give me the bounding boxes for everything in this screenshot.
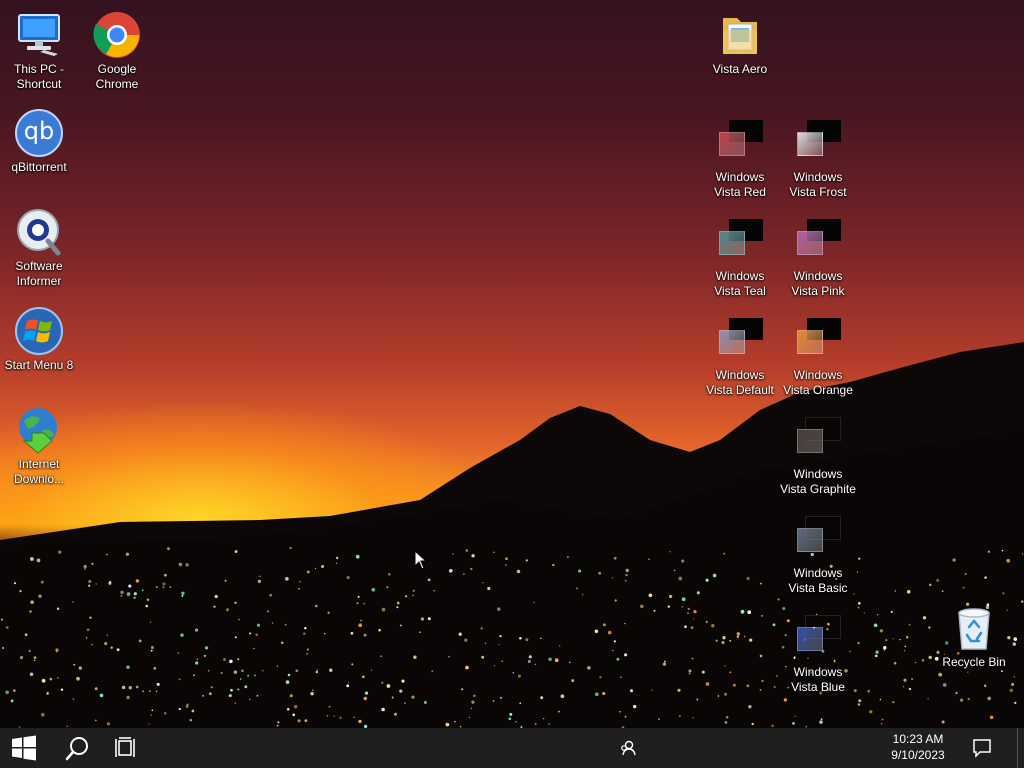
windows-vista-default-theme[interactable]: Windows Vista Default (702, 312, 778, 398)
theme-file-icon (715, 118, 765, 168)
start-button[interactable] (0, 728, 48, 768)
windows-vista-red-theme[interactable]: Windows Vista Red (702, 114, 778, 200)
vista-graphite-label: Windows Vista Graphite (780, 467, 856, 496)
windows-vista-basic-theme[interactable]: Windows Vista Basic (780, 510, 856, 596)
windows-logo-icon (12, 735, 36, 761)
clock-time: 10:23 AM (892, 732, 944, 746)
theme-file-icon (793, 316, 843, 366)
clock-date: 9/10/2023 (891, 748, 945, 762)
folder-icon (715, 10, 765, 60)
taskbar: 10:23 AM 9/10/2023 (0, 728, 1024, 768)
this-pc-shortcut-icon[interactable]: This PC - Shortcut (1, 6, 77, 92)
globe-download-icon (14, 405, 64, 455)
start-menu-8-desktop-icon[interactable]: Start Menu 8 (1, 302, 77, 373)
theme-file-icon (793, 118, 843, 168)
theme-file-icon (715, 217, 765, 267)
windows-vista-frost-theme[interactable]: Windows Vista Frost (780, 114, 856, 200)
qbittorrent-icon: qb (14, 108, 64, 158)
vista-frost-label: Windows Vista Frost (789, 170, 847, 199)
desktop[interactable]: This PC - Shortcut Google Chrome qb qBit… (0, 0, 1024, 728)
windows-orb-icon (14, 306, 64, 356)
windows-vista-blue-theme[interactable]: Windows Vista Blue (780, 609, 856, 695)
wallpaper (0, 342, 1024, 728)
recycle-bin-desktop-icon[interactable]: Recycle Bin (936, 599, 1012, 670)
theme-file-icon (793, 217, 843, 267)
chrome-icon (92, 10, 142, 60)
internet-download-manager-icon[interactable]: Internet Downlo... (1, 401, 77, 487)
software-informer-desktop-icon[interactable]: Software Informer (1, 203, 77, 289)
vista-pink-label: Windows Vista Pink (791, 269, 845, 298)
google-chrome-icon[interactable]: Google Chrome (79, 6, 155, 92)
taskbar-clock[interactable]: 10:23 AM 9/10/2023 (878, 731, 958, 763)
theme-file-icon (715, 316, 765, 366)
chrome-label: Google Chrome (95, 62, 139, 91)
vista-basic-label: Windows Vista Basic (788, 566, 848, 595)
mouse-cursor-icon (414, 550, 428, 570)
software-informer-label: Software Informer (15, 259, 63, 288)
notification-center-button[interactable] (962, 728, 1002, 768)
qbittorrent-label: qBittorrent (11, 160, 67, 174)
magnifier-icon (14, 207, 64, 257)
recycle-bin-icon (949, 603, 999, 653)
windows-vista-pink-theme[interactable]: Windows Vista Pink (780, 213, 856, 299)
vista-aero-folder-icon[interactable]: Vista Aero (702, 6, 778, 77)
theme-file-icon (793, 514, 843, 564)
people-button[interactable] (612, 728, 644, 768)
task-view-icon (115, 737, 135, 757)
theme-file-icon (793, 613, 843, 663)
task-view-button[interactable] (102, 728, 150, 768)
theme-file-icon (793, 415, 843, 465)
show-desktop-button[interactable] (1017, 728, 1024, 768)
search-icon (65, 737, 88, 761)
vista-orange-label: Windows Vista Orange (783, 368, 853, 397)
windows-vista-graphite-theme[interactable]: Windows Vista Graphite (780, 411, 856, 497)
monitor-icon (14, 10, 64, 60)
people-icon (621, 740, 636, 756)
vista-aero-label: Vista Aero (712, 62, 768, 76)
search-button[interactable] (54, 728, 102, 768)
start-menu-8-label: Start Menu 8 (4, 358, 74, 372)
vista-default-label: Windows Vista Default (706, 368, 774, 397)
this-pc-label: This PC - Shortcut (13, 62, 64, 91)
vista-blue-label: Windows Vista Blue (791, 665, 845, 694)
vista-teal-label: Windows Vista Teal (714, 269, 766, 298)
idm-label: Internet Downlo... (13, 457, 65, 486)
windows-vista-orange-theme[interactable]: Windows Vista Orange (780, 312, 856, 398)
windows-vista-teal-theme[interactable]: Windows Vista Teal (702, 213, 778, 299)
qbittorrent-glyph-text: qb (23, 117, 55, 145)
recycle-bin-label: Recycle Bin (942, 655, 1006, 669)
notification-icon (973, 739, 991, 758)
vista-red-label: Windows Vista Red (714, 170, 766, 199)
qbittorrent-desktop-icon[interactable]: qb qBittorrent (1, 104, 77, 175)
